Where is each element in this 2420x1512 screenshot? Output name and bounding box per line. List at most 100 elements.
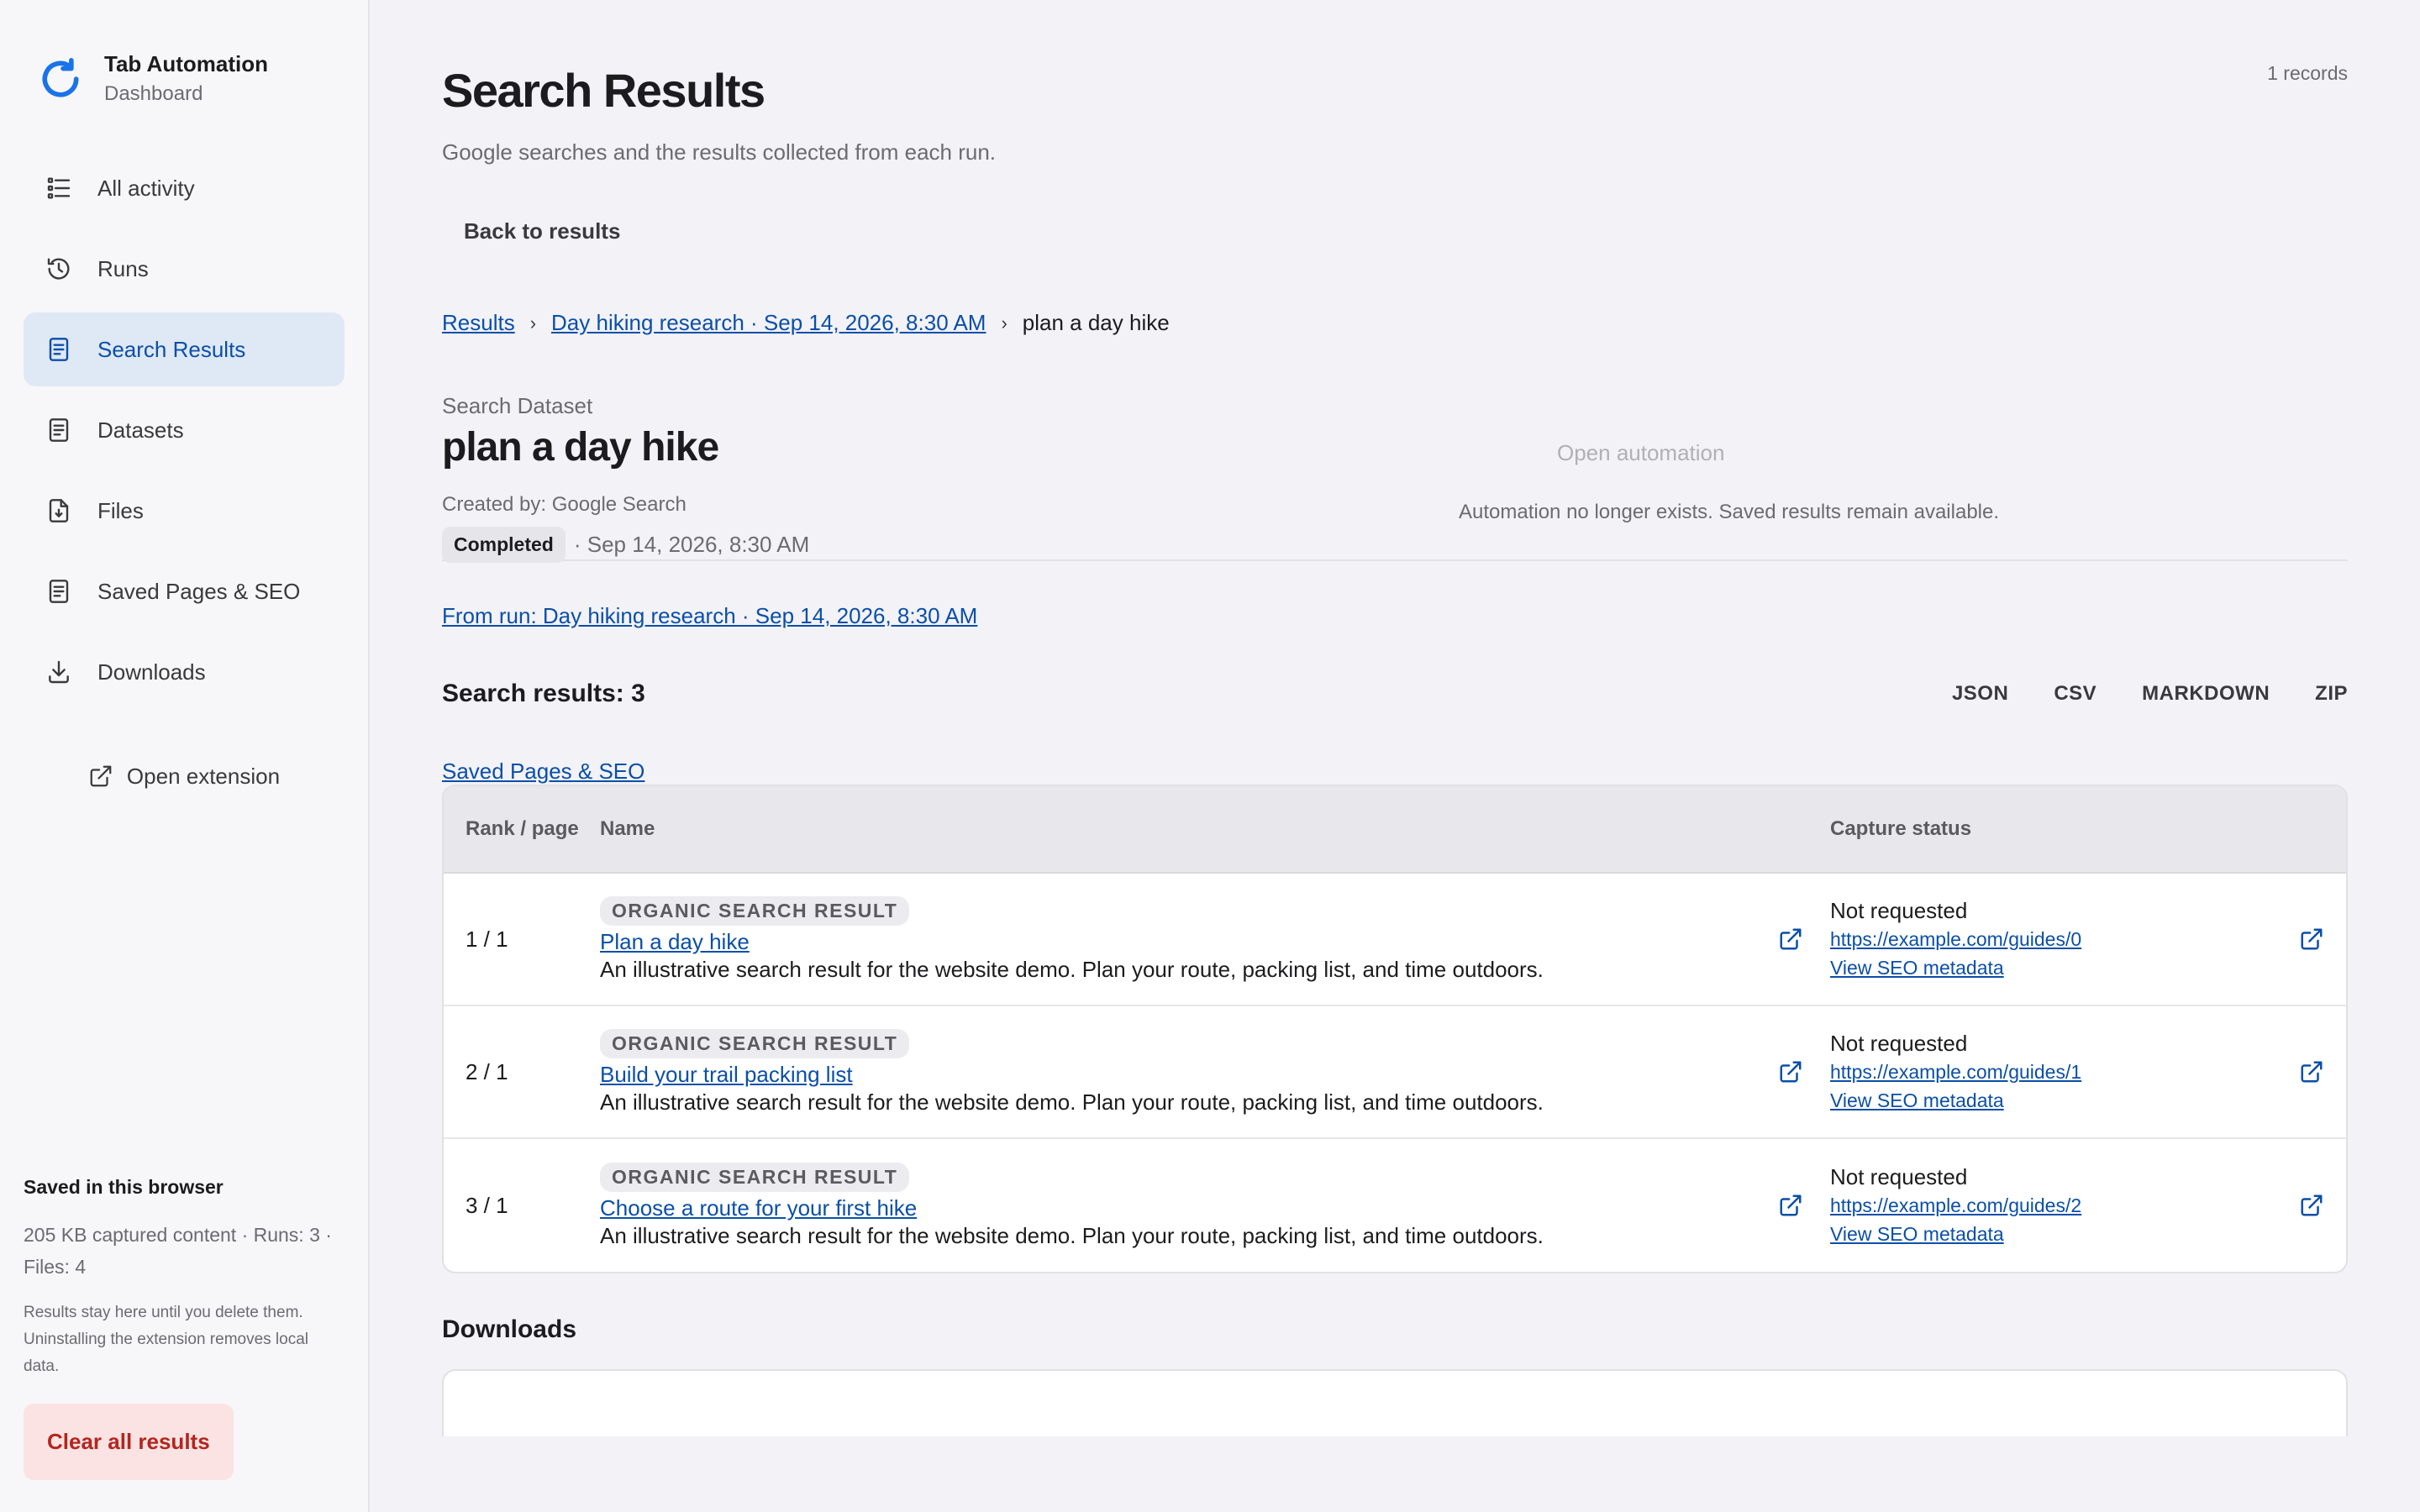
sidebar-item-saved-pages-seo[interactable]: Saved Pages & SEO: [24, 554, 345, 628]
result-description: An illustrative search result for the we…: [600, 1222, 1544, 1248]
sidebar-item-datasets[interactable]: Datasets: [24, 393, 345, 467]
from-run: From run: Day hiking research · Sep 14, …: [442, 603, 2348, 629]
capture-status: Not requested: [1830, 1031, 1968, 1056]
sidebar-item-label: Downloads: [97, 659, 206, 685]
storage-panel: Saved in this browser 205 KB captured co…: [24, 1176, 345, 1480]
table-row: 3 / 1 ORGANIC SEARCH RESULT Choose a rou…: [444, 1139, 2346, 1272]
name-cell: ORGANIC SEARCH RESULT Choose a route for…: [600, 1162, 1830, 1249]
external-link-icon: [90, 765, 112, 787]
result-title-link[interactable]: Choose a route for your first hike: [600, 1195, 1830, 1221]
back-to-results-button[interactable]: Back to results: [442, 213, 642, 249]
sidebar-item-label: Search Results: [97, 336, 246, 362]
sidebar-item-label: Files: [97, 497, 144, 523]
sidebar-item-all-activity[interactable]: All activity: [24, 151, 345, 225]
table-row: 2 / 1 ORGANIC SEARCH RESULT Build your t…: [444, 1006, 2346, 1139]
brand-subtitle: Dashboard: [104, 82, 203, 105]
export-zip-button[interactable]: ZIP: [2315, 682, 2348, 706]
document-icon: [49, 580, 69, 603]
rank-cell: 3 / 1: [466, 1192, 508, 1218]
records-count: 1 records: [2267, 62, 2348, 84]
result-url-link[interactable]: https://example.com/guides/1: [1830, 1058, 2346, 1086]
downloads-section-title: Downloads: [442, 1315, 577, 1343]
external-link-icon[interactable]: [2299, 1193, 2324, 1218]
results-table: Rank / page Name Capture status 1 / 1 OR…: [442, 785, 2348, 1273]
dataset-created-by: Created by: Google Search: [442, 493, 687, 516]
sidebar-item-runs[interactable]: Runs: [24, 232, 345, 306]
result-type-tag: ORGANIC SEARCH RESULT: [600, 1028, 910, 1058]
breadcrumb-run-link[interactable]: Day hiking research · Sep 14, 2026, 8:30…: [551, 310, 986, 336]
automation-note: Automation no longer exists. Saved resul…: [1459, 501, 2000, 523]
brand: Tab Automation Dashboard: [0, 0, 368, 109]
column-header-status: Capture status: [1830, 817, 1972, 840]
external-link-icon[interactable]: [2299, 927, 2324, 952]
external-link-icon[interactable]: [1778, 1059, 1803, 1084]
history-icon: [47, 258, 70, 280]
download-icon: [49, 660, 69, 684]
breadcrumb-results-link[interactable]: Results: [442, 310, 515, 336]
sidebar-item-files[interactable]: Files: [24, 474, 345, 548]
external-link-icon[interactable]: [1778, 1193, 1803, 1218]
status-cell: Not requested https://example.com/guides…: [1830, 896, 2346, 982]
export-buttons: JSON CSV MARKDOWN ZIP: [1907, 682, 2348, 706]
export-markdown-button[interactable]: MARKDOWN: [2142, 682, 2270, 706]
result-title-link[interactable]: Build your trail packing list: [600, 1062, 1830, 1088]
sidebar-item-label: Runs: [97, 255, 149, 281]
status-badge: Completed: [442, 527, 566, 563]
dataset-header: Search Dataset plan a day hike Created b…: [442, 393, 2348, 563]
result-description: An illustrative search result for the we…: [600, 956, 1544, 982]
chevron-right-icon: ›: [1001, 312, 1007, 333]
document-icon: [49, 338, 69, 361]
document-icon: [49, 418, 69, 442]
external-link-icon[interactable]: [2299, 1059, 2324, 1084]
storage-title: Saved in this browser: [24, 1176, 224, 1198]
list-icon: [47, 177, 71, 199]
downloads-panel: [442, 1369, 2348, 1436]
sidebar-item-label: All activity: [97, 175, 195, 201]
column-header-rank: Rank / page: [466, 817, 579, 840]
storage-note: Results stay here until you delete them.…: [24, 1304, 309, 1375]
external-link-icon[interactable]: [1778, 927, 1803, 952]
results-toolbar: Search results: 3 JSON CSV MARKDOWN ZIP: [442, 680, 2348, 708]
chevron-right-icon: ›: [529, 312, 537, 333]
export-json-button[interactable]: JSON: [1952, 682, 2008, 706]
refresh-logo-icon: [42, 58, 79, 97]
open-extension-button[interactable]: Open extension: [24, 751, 345, 801]
main-content: 1 records Search Results Google searches…: [370, 0, 2420, 1512]
brand-title: Tab Automation: [104, 51, 268, 76]
column-header-name: Name: [600, 817, 655, 840]
export-csv-button[interactable]: CSV: [2054, 682, 2096, 706]
breadcrumb-current: plan a day hike: [1022, 310, 1170, 335]
breadcrumb: Results › Day hiking research · Sep 14, …: [442, 310, 2348, 336]
table-header: Rank / page Name Capture status: [444, 786, 2346, 874]
saved-pages-seo-link[interactable]: Saved Pages & SEO: [442, 759, 644, 785]
page-title: Search Results: [442, 64, 765, 117]
from-run-link[interactable]: From run: Day hiking research · Sep 14, …: [442, 603, 977, 628]
result-type-tag: ORGANIC SEARCH RESULT: [600, 895, 910, 926]
view-seo-metadata-link[interactable]: View SEO metadata: [1830, 1086, 2346, 1115]
sidebar-item-search-results[interactable]: Search Results: [24, 312, 345, 386]
clear-all-results-button[interactable]: Clear all results: [24, 1404, 234, 1480]
open-extension-label: Open extension: [126, 763, 281, 789]
rank-cell: 1 / 1: [466, 926, 508, 952]
page-subtitle: Google searches and the results collecte…: [442, 139, 997, 165]
result-title-link[interactable]: Plan a day hike: [600, 929, 1830, 955]
view-seo-metadata-link[interactable]: View SEO metadata: [1830, 953, 2346, 982]
sidebar-item-label: Datasets: [97, 417, 184, 443]
file-download-icon: [49, 499, 69, 522]
sidebar-item-downloads[interactable]: Downloads: [24, 635, 345, 709]
result-url-link[interactable]: https://example.com/guides/0: [1830, 925, 2346, 953]
sidebar-item-label: Saved Pages & SEO: [97, 578, 301, 604]
dataset-status-line: Completed · Sep 14, 2026, 8:30 AM: [442, 527, 2348, 563]
dataset-label: Search Dataset: [442, 393, 593, 418]
name-cell: ORGANIC SEARCH RESULT Build your trail p…: [600, 1028, 1830, 1116]
sidebar-nav: All activity Runs Search Results Dataset…: [0, 151, 368, 709]
open-automation-button[interactable]: Open automation: [1557, 440, 1724, 466]
view-seo-metadata-link[interactable]: View SEO metadata: [1830, 1220, 2346, 1248]
sidebar: Tab Automation Dashboard All activity Ru…: [0, 0, 370, 1512]
dataset-name: plan a day hike: [442, 425, 719, 470]
app: Tab Automation Dashboard All activity Ru…: [0, 0, 2420, 1512]
result-url-link[interactable]: https://example.com/guides/2: [1830, 1191, 2346, 1220]
name-cell: ORGANIC SEARCH RESULT Plan a day hike An…: [600, 895, 1830, 983]
result-description: An illustrative search result for the we…: [600, 1089, 1544, 1115]
status-cell: Not requested https://example.com/guides…: [1830, 1163, 2346, 1248]
